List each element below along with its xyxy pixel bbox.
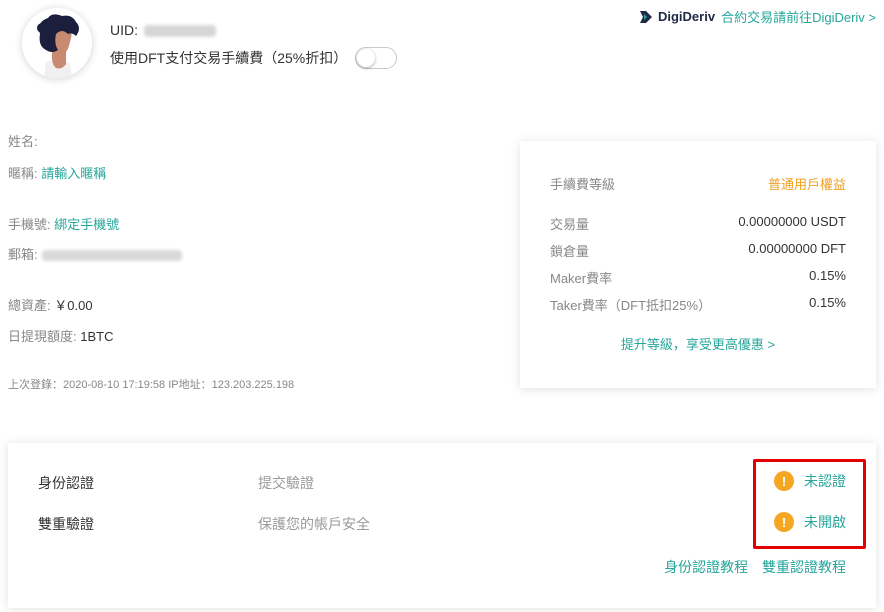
tutorial-links: 身份認證教程 雙重認證教程 — [664, 557, 846, 577]
fee-row-value: 0.15% — [809, 295, 846, 310]
dft-fee-toggle[interactable] — [355, 47, 397, 69]
nickname-link[interactable]: 請輸入暱稱 — [41, 166, 106, 181]
dft-fee-label: 使用DFT支付交易手續費（25%折扣） — [110, 50, 348, 66]
withdraw-row: 日提現額度: 1BTC — [8, 326, 113, 345]
digideriv-logo-icon — [639, 10, 652, 23]
email-row: 郵箱: — [8, 244, 182, 263]
uid-value-redacted — [144, 25, 216, 38]
fee-row-locked: 鎖倉量 0.00000000 DFT — [550, 241, 846, 260]
phone-row: 手機號: 綁定手機號 — [8, 214, 119, 233]
last-login: 上次登錄：2020-08-10 17:19:58 IP地址：123.203.22… — [8, 379, 295, 391]
upgrade-level-link[interactable]: 提升等級，享受更高優惠 > — [520, 334, 876, 353]
assets-row: 總資產: ￥0.00 — [8, 295, 93, 314]
fee-level-label: 手續費等級 — [550, 177, 616, 192]
two-factor-desc: 保護您的帳戶安全 — [258, 516, 370, 532]
bind-phone-link[interactable]: 綁定手機號 — [54, 217, 119, 232]
identity-desc: 提交驗證 — [258, 475, 314, 491]
uid-label: UID: — [110, 22, 138, 38]
avatar-illustration — [22, 8, 92, 78]
phone-label: 手機號: — [8, 217, 51, 232]
assets-value: ￥0.00 — [54, 298, 93, 313]
fee-row-label: 鎖倉量 — [550, 244, 590, 259]
digideriv-link[interactable]: DigiDeriv 合約交易請前往DigiDeriv > — [639, 7, 876, 26]
assets-label: 總資產: — [8, 298, 51, 313]
toggle-knob — [357, 49, 375, 67]
identity-title: 身份認證 — [38, 475, 94, 491]
identity-tutorial-link[interactable]: 身份認證教程 — [664, 559, 748, 575]
name-label: 姓名: — [8, 134, 38, 149]
brand-name: DigiDeriv — [657, 9, 716, 24]
withdraw-value: 1BTC — [80, 329, 114, 344]
fee-row-taker: Taker費率（DFT抵扣25%） 0.15% — [550, 295, 846, 314]
fee-level-value[interactable]: 普通用戶權益 — [768, 174, 846, 193]
fee-level-card: 手續費等級 普通用戶權益 交易量 0.00000000 USDT 鎖倉量 0.0… — [520, 141, 876, 388]
fee-row-label: 交易量 — [550, 217, 590, 232]
fee-row-value: 0.00000000 DFT — [748, 241, 846, 256]
status-highlight-box — [753, 459, 866, 549]
two-factor-title: 雙重驗證 — [38, 516, 94, 532]
fee-row-volume: 交易量 0.00000000 USDT — [550, 214, 846, 233]
fee-row-label: Maker費率 — [550, 271, 613, 286]
identity-verification-row: 身份認證 提交驗證 ! 未認證 — [8, 471, 876, 495]
security-verification-card: 身份認證 提交驗證 ! 未認證 雙重驗證 保護您的帳戶安全 ! 未開啟 身份認證… — [8, 443, 876, 608]
email-value-redacted — [41, 250, 182, 262]
two-factor-tutorial-link[interactable]: 雙重認證教程 — [762, 559, 846, 575]
two-factor-row: 雙重驗證 保護您的帳戶安全 ! 未開啟 — [8, 512, 876, 536]
fee-level-row: 手續費等級 普通用戶權益 — [550, 174, 846, 193]
withdraw-label: 日提現額度: — [8, 329, 77, 344]
name-row: 姓名: — [8, 131, 38, 150]
nickname-label: 暱稱: — [8, 166, 38, 181]
uid-line: UID: — [110, 22, 216, 38]
fee-row-label: Taker費率（DFT抵扣25%） — [550, 298, 712, 313]
fee-row-value: 0.00000000 USDT — [738, 214, 846, 229]
nickname-row: 暱稱: 請輸入暱稱 — [8, 163, 106, 182]
brand-link-text[interactable]: 合約交易請前往DigiDeriv > — [721, 7, 876, 26]
email-label: 郵箱: — [8, 247, 38, 262]
fee-row-maker: Maker費率 0.15% — [550, 268, 846, 287]
avatar — [22, 8, 92, 78]
fee-row-value: 0.15% — [809, 268, 846, 283]
